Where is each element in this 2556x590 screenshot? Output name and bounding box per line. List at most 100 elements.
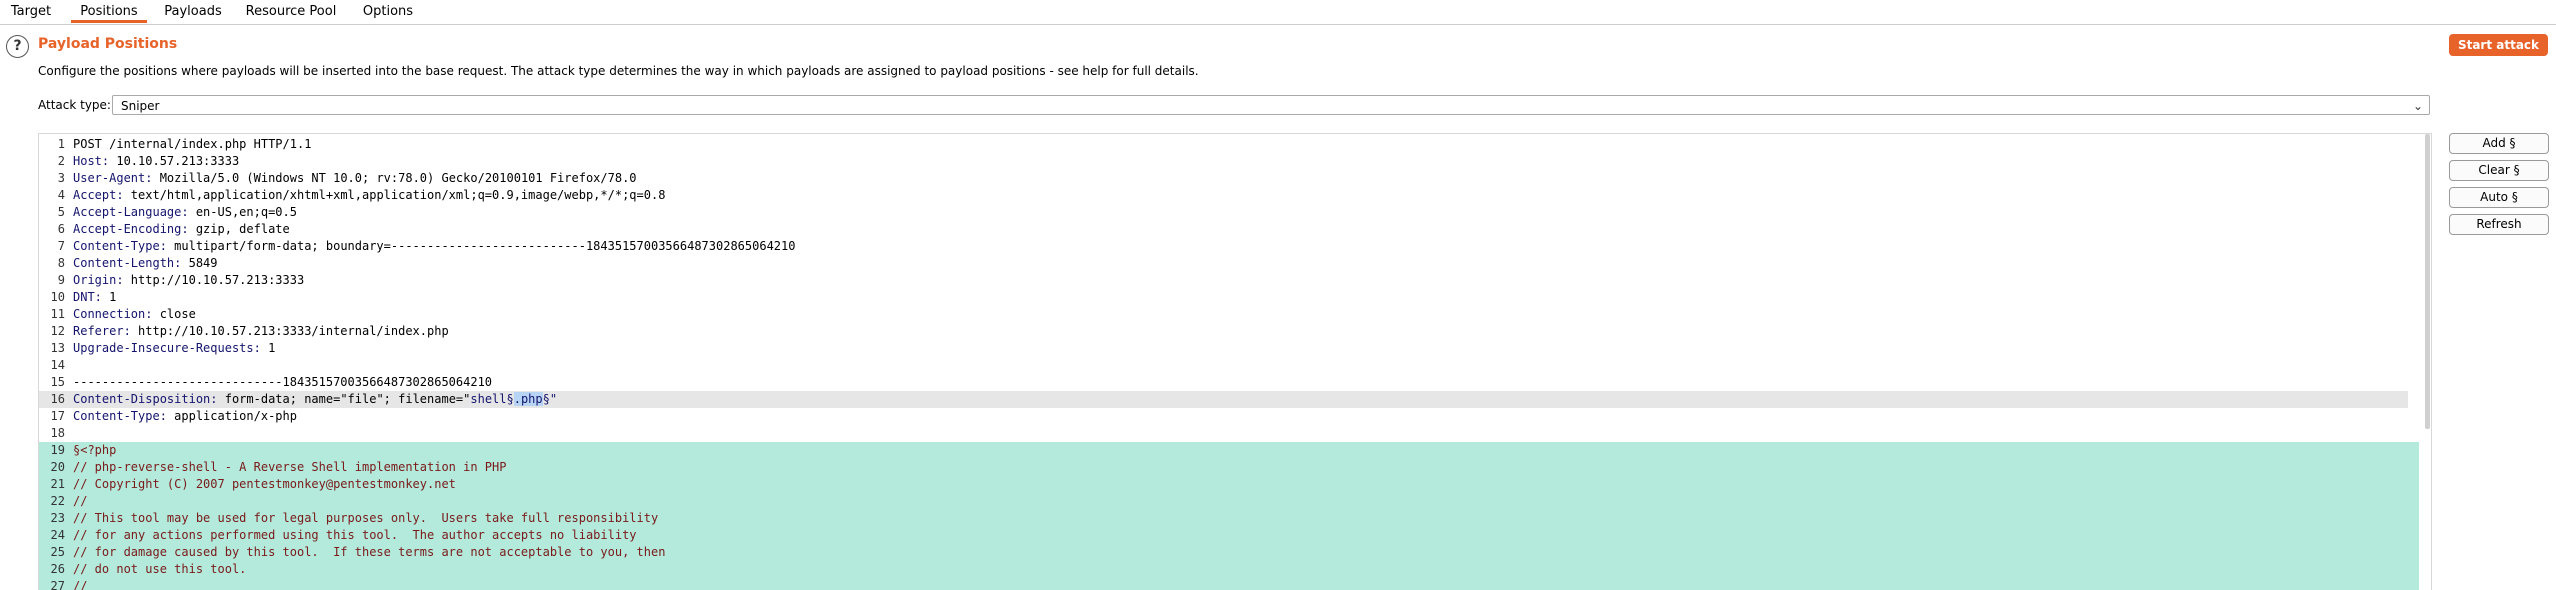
- line-number: 6: [57, 222, 65, 236]
- payload-marker: §: [506, 392, 514, 406]
- line-content: Content-Type: multipart/form-data; bound…: [73, 238, 795, 255]
- header-value: text/html,application/xhtml+xml,applicat…: [123, 188, 666, 202]
- line-content: Accept: text/html,application/xhtml+xml,…: [73, 187, 665, 204]
- chevron-down-icon: ⌄: [2412, 99, 2423, 113]
- line-number: 3: [57, 171, 65, 185]
- tab-options[interactable]: Options: [352, 0, 424, 23]
- line-content: Connection: close: [73, 306, 196, 323]
- request-line: 15 -----------------------------184351570…: [39, 374, 2419, 391]
- tab-resource-pool[interactable]: Resource Pool: [240, 0, 342, 23]
- header-name: DNT:: [73, 290, 102, 304]
- request-line: 11 Connection: close: [39, 306, 2419, 323]
- tab-bar: Target Positions Payloads Resource Pool …: [0, 0, 2556, 25]
- line-content: User-Agent: Mozilla/5.0 (Windows NT 10.0…: [73, 170, 637, 187]
- line-content: Origin: http://10.10.57.213:3333: [73, 272, 304, 289]
- attack-type-select[interactable]: Sniper ⌄: [112, 95, 2430, 115]
- header-value: en-US,en;q=0.5: [188, 205, 297, 219]
- line-content: Content-Disposition: form-data; name="fi…: [73, 391, 557, 408]
- payload-line: 27 //: [39, 578, 2419, 590]
- line-content: -----------------------------18435157003…: [73, 374, 492, 391]
- line-content: // Copyright (C) 2007 pentestmonkey@pent…: [73, 477, 456, 491]
- section-description: Configure the positions where payloads w…: [38, 64, 1199, 78]
- request-line: 8 Content-Length: 5849: [39, 255, 2419, 272]
- line-content: DNT: 1: [73, 289, 116, 306]
- refresh-button[interactable]: Refresh: [2449, 214, 2549, 235]
- line-content: //: [73, 579, 88, 590]
- line-number: 14: [50, 358, 65, 372]
- line-number: 26: [50, 562, 65, 576]
- line-content: POST /internal/index.php HTTP/1.1: [73, 136, 311, 153]
- line-content: Upgrade-Insecure-Requests: 1: [73, 340, 275, 357]
- tab-payloads[interactable]: Payloads: [157, 0, 229, 23]
- payload-line: 26 // do not use this tool.: [39, 561, 2419, 578]
- help-icon[interactable]: ?: [6, 35, 29, 58]
- line-content: // for any actions performed using this …: [73, 528, 637, 542]
- header-name: Connection:: [73, 307, 153, 321]
- header-value: 5849: [181, 256, 218, 270]
- start-attack-button[interactable]: Start attack: [2449, 34, 2548, 56]
- line-number: 21: [50, 477, 65, 491]
- payload-line: 20 // php-reverse-shell - A Reverse Shell…: [39, 459, 2419, 476]
- line-number: 8: [57, 256, 65, 270]
- header-name: Content-Disposition:: [73, 392, 218, 406]
- payload-line: 22 //: [39, 493, 2419, 510]
- line-number: 10: [50, 290, 65, 304]
- request-line: 7 Content-Type: multipart/form-data; boun…: [39, 238, 2419, 255]
- line-number: 2: [57, 154, 65, 168]
- editor-scrollbar[interactable]: [2425, 134, 2430, 429]
- header-name: Content-Length:: [73, 256, 182, 270]
- line-content: // php-reverse-shell - A Reverse Shell i…: [73, 460, 507, 474]
- payload-marker-end: §": [542, 392, 558, 406]
- request-line: 17 Content-Type: application/x-php: [39, 408, 2419, 425]
- line-content: //: [73, 494, 88, 508]
- request-line: 9 Origin: http://10.10.57.213:3333: [39, 272, 2419, 289]
- header-name: Content-Type:: [73, 409, 167, 423]
- line-content: // This tool may be used for legal purpo…: [73, 511, 659, 525]
- header-name: Upgrade-Insecure-Requests:: [73, 341, 261, 355]
- header-value: multipart/form-data; boundary=----------…: [166, 239, 796, 253]
- payload-line: 24 // for any actions performed using thi…: [39, 527, 2419, 544]
- tab-positions[interactable]: Positions: [71, 0, 147, 23]
- line-number: 1: [57, 137, 65, 151]
- add-marker-button[interactable]: Add §: [2449, 133, 2549, 154]
- header-value: close: [152, 307, 196, 321]
- header-name: Accept:: [73, 188, 124, 202]
- header-value: POST /internal/index.php HTTP/1.1: [73, 137, 312, 151]
- line-content: Host: 10.10.57.213:3333: [73, 153, 239, 170]
- header-name: Origin:: [73, 273, 124, 287]
- auto-markers-button[interactable]: Auto §: [2449, 187, 2549, 208]
- header-value: 1: [260, 341, 276, 355]
- request-line: 14: [39, 357, 2419, 374]
- header-name: Referer:: [73, 324, 131, 338]
- header-name: Accept-Encoding:: [73, 222, 189, 236]
- line-number: 5: [57, 205, 65, 219]
- section-title: Payload Positions: [38, 36, 178, 52]
- line-number: 23: [50, 511, 65, 525]
- line-number: 25: [50, 545, 65, 559]
- line-number: 19: [50, 443, 65, 457]
- header-value: http://10.10.57.213:3333: [123, 273, 305, 287]
- line-content: Content-Type: application/x-php: [73, 408, 297, 425]
- line-content: Accept-Encoding: gzip, deflate: [73, 221, 290, 238]
- request-line: 3 User-Agent: Mozilla/5.0 (Windows NT 10.…: [39, 170, 2419, 187]
- header-value: form-data; name="file"; filename=": [217, 392, 471, 406]
- line-content: // do not use this tool.: [73, 562, 247, 576]
- header-value: -----------------------------18435157003…: [73, 375, 493, 389]
- request-line: 12 Referer: http://10.10.57.213:3333/inte…: [39, 323, 2419, 340]
- selected-extension: .php: [513, 392, 543, 406]
- request-line: 13 Upgrade-Insecure-Requests: 1: [39, 340, 2419, 357]
- header-value: 1: [101, 290, 117, 304]
- header-name: Accept-Language:: [73, 205, 189, 219]
- header-value: Mozilla/5.0 (Windows NT 10.0; rv:78.0) G…: [152, 171, 637, 185]
- line-number: 4: [57, 188, 65, 202]
- line-number: 13: [50, 341, 65, 355]
- line-number: 22: [50, 494, 65, 508]
- header-value: gzip, deflate: [188, 222, 290, 236]
- line-content: Referer: http://10.10.57.213:3333/intern…: [73, 323, 449, 340]
- request-editor[interactable]: 1 POST /internal/index.php HTTP/1.1 2 Host:…: [38, 133, 2432, 590]
- line-number: 24: [50, 528, 65, 542]
- clear-markers-button[interactable]: Clear §: [2449, 160, 2549, 181]
- tab-target[interactable]: Target: [0, 0, 62, 23]
- header-name: User-Agent:: [73, 171, 153, 185]
- line-number: 20: [50, 460, 65, 474]
